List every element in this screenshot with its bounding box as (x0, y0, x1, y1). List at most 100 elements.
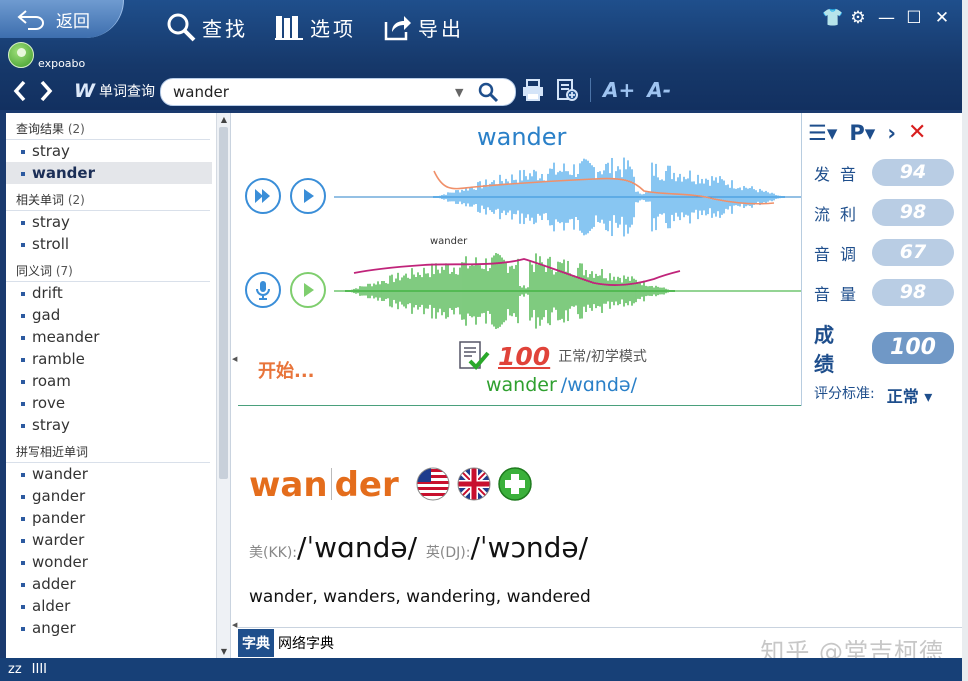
audio-buttons (416, 467, 532, 501)
record-button[interactable] (245, 272, 281, 308)
search-mode[interactable]: W 单词查询 (74, 80, 155, 102)
minimize-button[interactable]: — (878, 8, 895, 28)
score-pill: 100 (872, 332, 954, 364)
criteria-dropdown[interactable]: 正常 ▾ (887, 383, 933, 407)
find-button[interactable]: 查找 (166, 12, 248, 42)
print-icon[interactable] (522, 78, 544, 102)
app-window: 返回 expoabo 查找 选项 导出 👕 ⚙ — ☐ ✕ W 单词查询 wan… (0, 0, 962, 681)
scroll-up-icon[interactable]: ▲ (219, 115, 229, 124)
font-decrease-button[interactable]: A- (647, 78, 671, 102)
list-item[interactable]: adder (6, 573, 212, 595)
score-panel-toolbar: ☰▾ P▾ › ✕ (802, 113, 962, 147)
back-button[interactable]: 返回 (0, 0, 124, 38)
play-reference-button[interactable] (290, 178, 326, 214)
add-wordbook-icon[interactable] (556, 78, 578, 102)
tab-dictionary[interactable]: 字典 (238, 629, 274, 657)
signal-icon: IIII (31, 662, 47, 677)
search-mode-label: 单词查询 (98, 84, 155, 100)
close-icon[interactable]: ✕ (908, 120, 926, 145)
list-menu-icon[interactable]: ☰▾ (808, 121, 837, 145)
pronunciation-panel: wander wander 开始... 100 正常/初学模式 wander /… (238, 113, 962, 406)
list-item[interactable]: gander (6, 485, 212, 507)
list-item[interactable]: alder (6, 595, 212, 617)
avatar[interactable] (8, 42, 34, 68)
chevron-right-icon[interactable] (38, 80, 54, 102)
search-input[interactable] (173, 83, 455, 101)
sleep-icon[interactable]: zz (8, 662, 22, 677)
score-label: 成绩 (814, 323, 844, 376)
score-pill: 94 (872, 159, 954, 186)
reference-waveform (334, 157, 804, 237)
list-item[interactable]: warder (6, 529, 212, 551)
export-button[interactable]: 导出 (382, 12, 464, 42)
add-word-icon[interactable] (498, 467, 532, 501)
score-row-tone: 音调 67 (814, 239, 954, 266)
phoneme-menu-button[interactable]: P▾ (849, 121, 875, 145)
us-flag-icon[interactable] (416, 467, 450, 501)
phonetic-word: wander (486, 374, 557, 396)
score-pill: 98 (872, 279, 954, 306)
list-item[interactable]: stray (6, 414, 212, 436)
list-item[interactable]: gad (6, 304, 212, 326)
list-item[interactable]: stroll (6, 233, 212, 255)
pane-splitter[interactable]: ◀ ◀ (230, 113, 238, 658)
uk-flag-icon[interactable] (457, 467, 491, 501)
list-item[interactable]: anger (6, 617, 212, 639)
tab-web-dictionary[interactable]: 网络字典 (274, 629, 338, 657)
collapse-left-icon[interactable]: ◀ (232, 621, 237, 629)
overall-score: 100 正常/初学模式 (456, 339, 647, 373)
find-label: 查找 (202, 16, 248, 41)
chevron-left-icon[interactable] (12, 80, 28, 102)
list-item[interactable]: roam (6, 370, 212, 392)
score-label: 音量 (814, 284, 867, 304)
score-row-fluency: 流利 98 (814, 199, 954, 226)
score-pill: 98 (872, 199, 954, 226)
close-window-button[interactable]: ✕ (934, 8, 950, 28)
group-title: 相关单词 (2) (6, 188, 210, 211)
list-item[interactable]: wander (6, 463, 212, 485)
list-item[interactable]: meander (6, 326, 212, 348)
results-sidebar: 查询结果 (2) stray wander 相关单词 (2) stray str… (6, 113, 230, 658)
gear-icon[interactable]: ⚙ (850, 8, 866, 28)
window-controls: 👕 ⚙ — ☐ ✕ (822, 8, 950, 28)
options-button[interactable]: 选项 (274, 12, 356, 42)
export-label: 导出 (418, 16, 464, 41)
books-icon (275, 16, 303, 40)
list-item[interactable]: stray (6, 140, 212, 162)
criteria-label: 评分标准: (814, 386, 875, 402)
play-recording-button[interactable] (290, 272, 326, 308)
scroll-thumb[interactable] (219, 127, 228, 479)
maximize-button[interactable]: ☐ (906, 8, 922, 28)
list-item[interactable]: pander (6, 507, 212, 529)
list-item[interactable]: drift (6, 282, 212, 304)
search-icon (167, 13, 196, 42)
score-mode: 正常/初学模式 (558, 349, 647, 365)
headword: wan der (249, 465, 399, 505)
play-loop-icon (255, 189, 270, 203)
scroll-down-icon[interactable]: ▼ (219, 647, 229, 656)
main-toolbar: 查找 选项 导出 (166, 12, 464, 42)
group-title: 拼写相近单词 (6, 440, 210, 463)
uk-label: 英(DJ): (425, 545, 471, 561)
list-item-selected[interactable]: wander (6, 162, 212, 184)
list-item[interactable]: wonder (6, 551, 212, 573)
back-arrow-icon (17, 10, 44, 30)
play-icon (304, 283, 314, 297)
chevron-down-icon[interactable]: ▼ (455, 86, 471, 99)
font-increase-button[interactable]: A+ (603, 78, 635, 102)
list-item[interactable]: ramble (6, 348, 212, 370)
skin-icon[interactable]: 👕 (822, 8, 843, 28)
score-row-total: 成绩 100 (814, 319, 954, 377)
chevron-right-icon[interactable]: › (887, 121, 896, 145)
list-item[interactable]: stray (6, 211, 212, 233)
sidebar-scrollbar[interactable]: ▲ ▼ (216, 113, 230, 658)
score-label: 音调 (814, 244, 867, 264)
collapse-left-icon[interactable]: ◀ (232, 355, 237, 363)
user-profile[interactable]: expoabo (8, 42, 85, 70)
scorecard-icon (459, 341, 490, 370)
play-loop-button[interactable] (245, 178, 281, 214)
search-icon[interactable] (477, 81, 499, 103)
list-item[interactable]: rove (6, 392, 212, 414)
options-label: 选项 (310, 16, 356, 41)
score-label: 流利 (814, 204, 867, 224)
